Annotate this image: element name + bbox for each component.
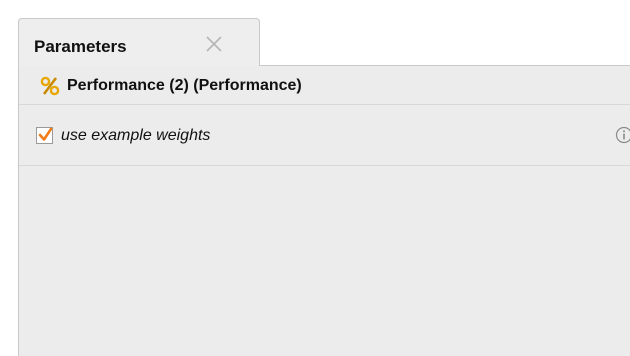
tab-parameters[interactable]: Parameters <box>18 18 260 67</box>
operator-header: Performance (2) (Performance) <box>19 66 630 105</box>
operator-title: Performance (2) (Performance) <box>67 77 302 94</box>
info-icon[interactable] <box>615 126 630 144</box>
parameters-view: Parameters Performance (2) (Performance) <box>0 0 630 356</box>
close-icon[interactable] <box>201 31 227 57</box>
parameter-row-use-example-weights: use example weights <box>19 105 630 166</box>
percent-icon <box>40 76 60 96</box>
tab-strip: Parameters <box>18 12 630 67</box>
parameters-panel: Performance (2) (Performance) use exampl… <box>18 66 630 356</box>
parameter-label: use example weights <box>61 127 211 144</box>
tab-title: Parameters <box>34 37 127 56</box>
use-example-weights-checkbox[interactable] <box>36 127 53 144</box>
